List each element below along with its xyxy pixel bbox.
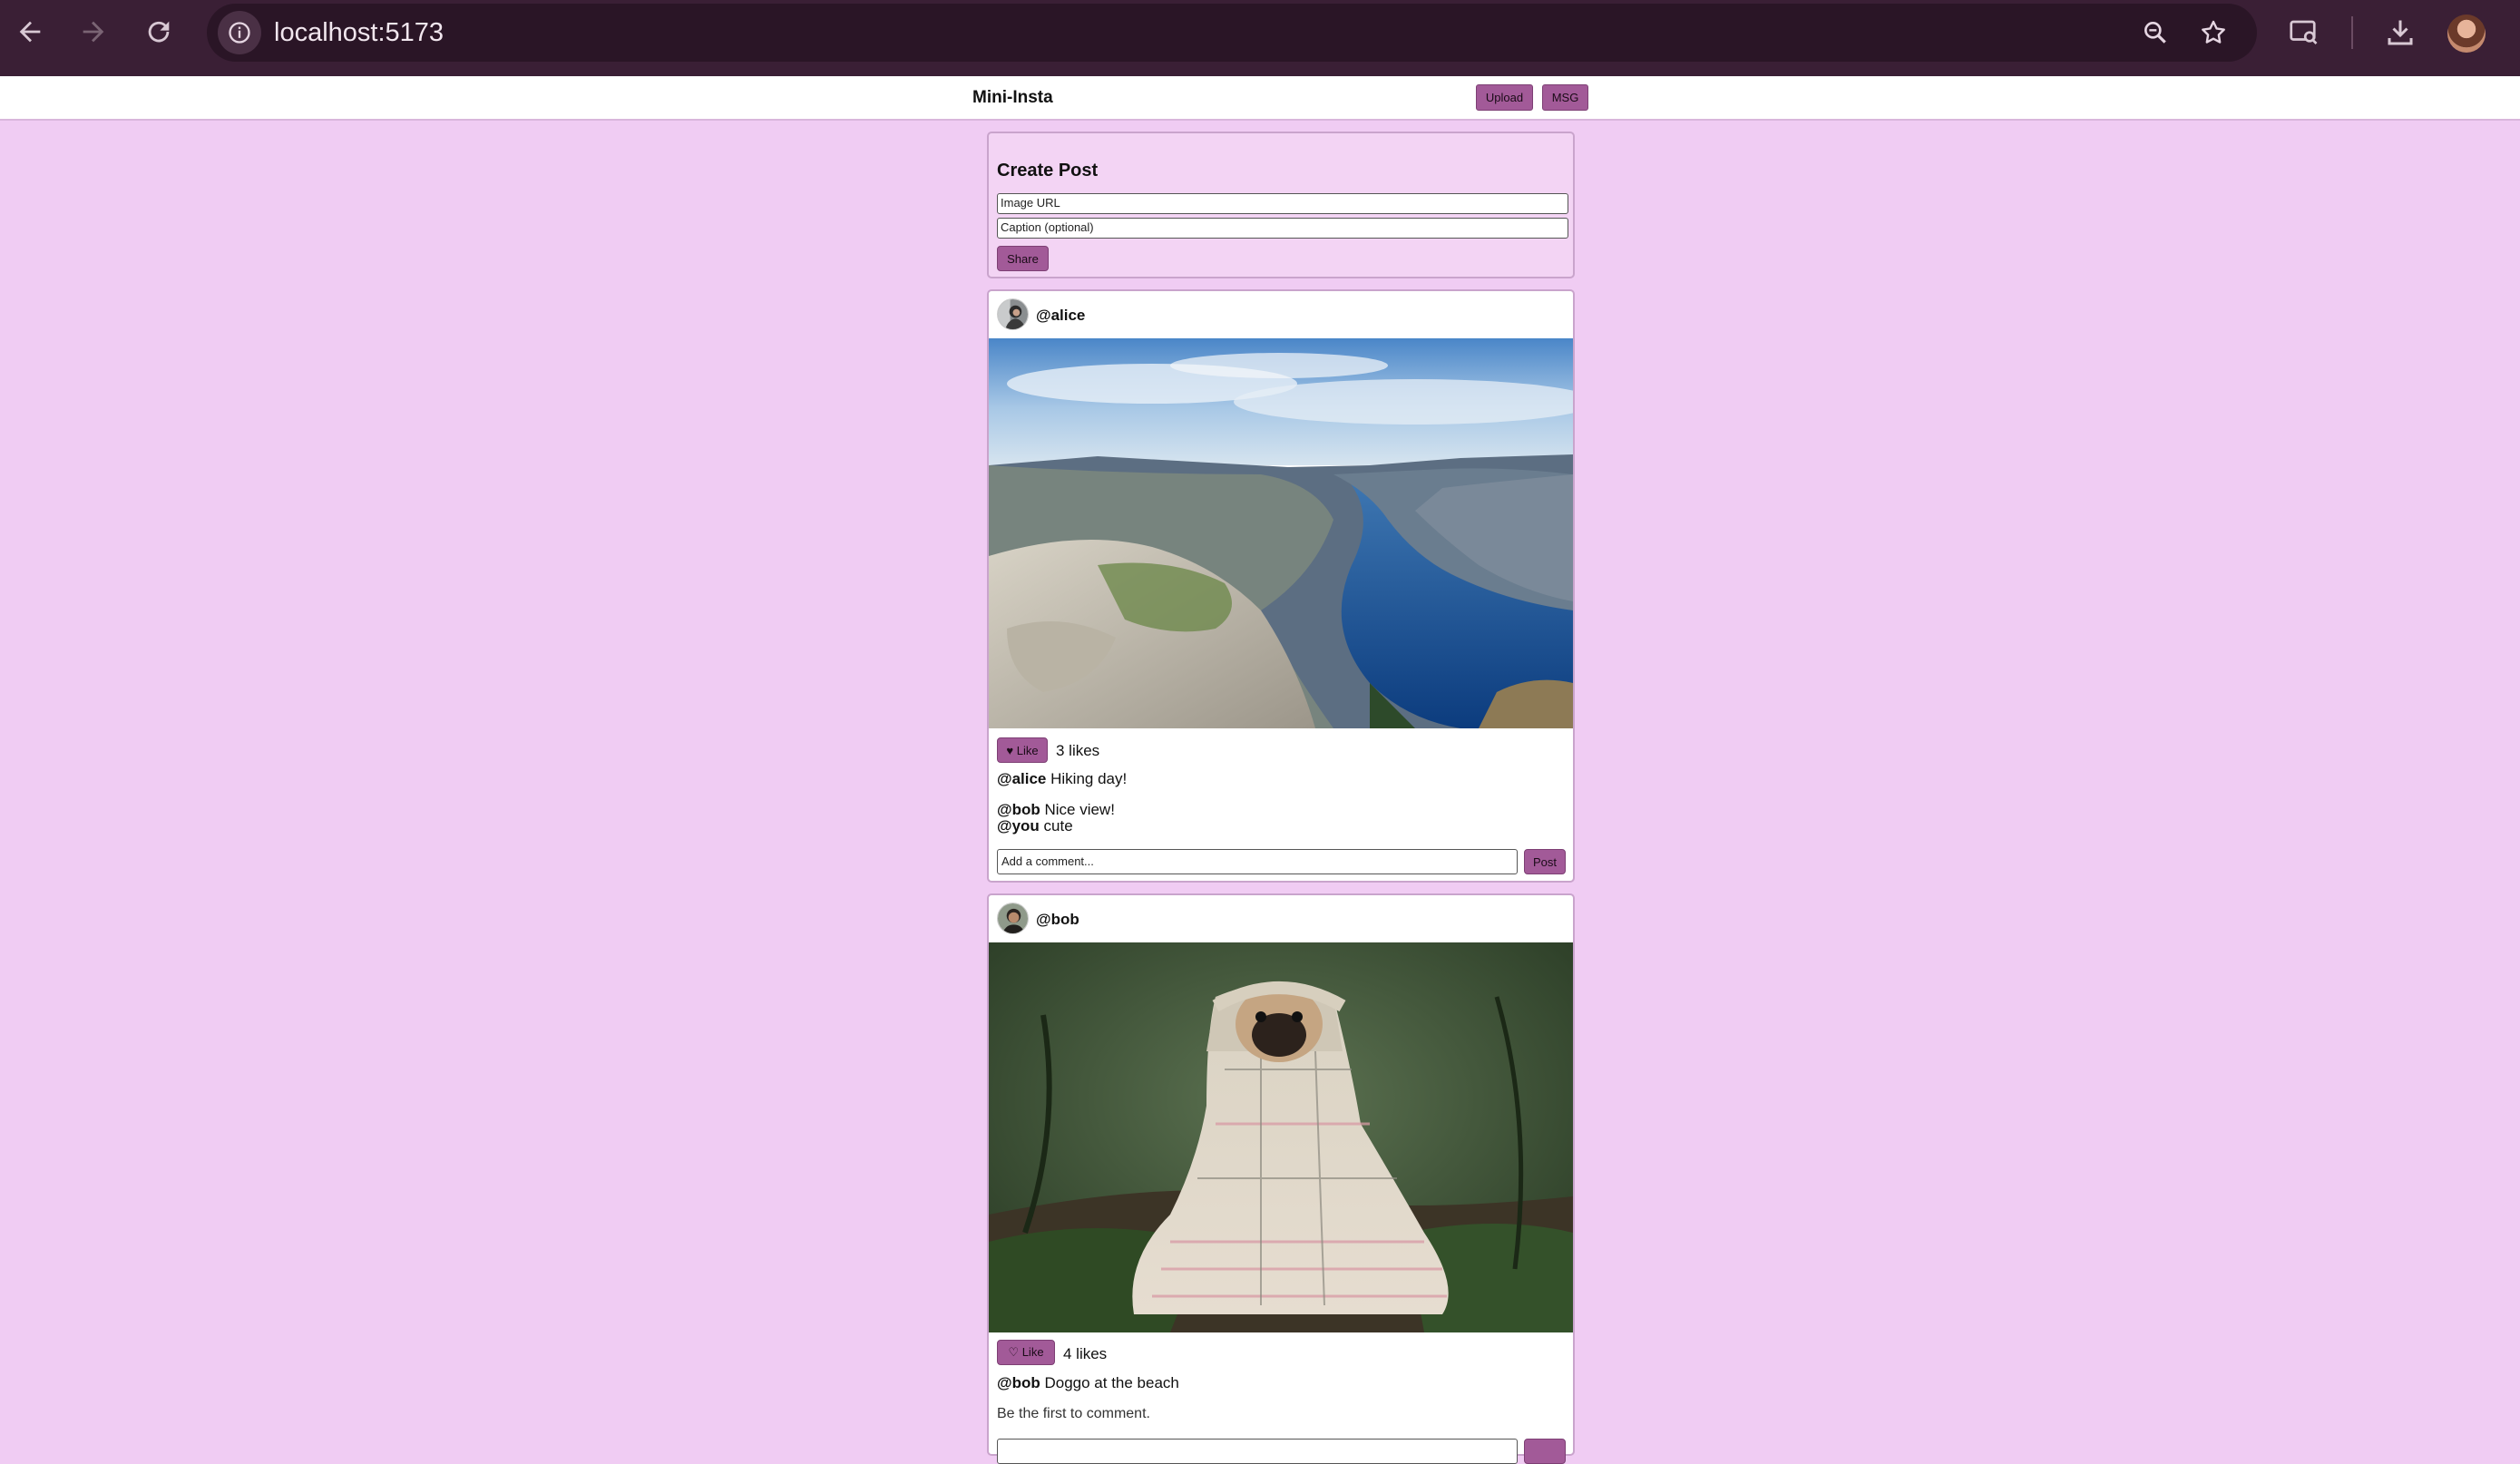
create-post-title: Create Post: [997, 161, 1099, 181]
like-button[interactable]: ♥ Like: [997, 737, 1048, 763]
url-text[interactable]: localhost:5173: [274, 18, 444, 48]
browser-toolbar: localhost:5173: [0, 0, 2520, 76]
upload-button[interactable]: Upload: [1476, 84, 1533, 111]
comment-username[interactable]: @bob: [997, 801, 1040, 818]
comment-input[interactable]: [997, 1439, 1518, 1464]
star-icon[interactable]: [2197, 16, 2230, 49]
caption-input[interactable]: Caption (optional): [997, 218, 1568, 239]
app-header: Mini-Insta Upload MSG: [0, 76, 2520, 121]
post-caption: @bob Doggo at the beach: [997, 1374, 1179, 1392]
msg-button[interactable]: MSG: [1542, 84, 1588, 111]
post-comment-button[interactable]: [1524, 1439, 1566, 1464]
post-image: [989, 942, 1573, 1332]
profile-avatar[interactable]: [2447, 15, 2486, 53]
like-count: 3 likes: [1056, 742, 1100, 759]
share-button[interactable]: Share: [997, 246, 1049, 271]
like-count: 4 likes: [1063, 1345, 1108, 1362]
caption-text: Hiking day!: [1050, 770, 1128, 787]
reload-icon[interactable]: [134, 7, 183, 56]
caption-username[interactable]: @bob: [997, 1374, 1040, 1391]
post-comment-button[interactable]: Post: [1524, 849, 1566, 874]
comment-text: Nice view!: [1044, 801, 1115, 818]
post-header: @bob: [989, 895, 1573, 942]
forward-arrow-icon[interactable]: [69, 7, 118, 56]
comment-text: cute: [1043, 817, 1073, 834]
caption-text: Doggo at the beach: [1044, 1374, 1179, 1391]
post-username[interactable]: @alice: [1036, 307, 1085, 325]
comment-item: @you cute: [997, 817, 1073, 835]
like-button[interactable]: ♡ Like: [997, 1340, 1055, 1365]
comment-username[interactable]: @you: [997, 817, 1040, 834]
post-card: @bob ♡ Like 4 likes @bob Doggo at the be…: [987, 893, 1575, 1464]
back-arrow-icon[interactable]: [5, 7, 54, 56]
toolbar-divider: [2351, 16, 2353, 49]
empty-comments-text: Be the first to comment.: [997, 1406, 1150, 1421]
app-title: Mini-Insta: [972, 88, 1053, 107]
post-image: [989, 338, 1573, 728]
post-caption: @alice Hiking day!: [997, 770, 1127, 788]
address-bar[interactable]: localhost:5173: [207, 4, 2257, 62]
post-card: @alice ♥ Like 3 likes @alice Hiking day!…: [987, 289, 1575, 883]
caption-username[interactable]: @alice: [997, 770, 1046, 787]
post-username[interactable]: @bob: [1036, 911, 1079, 929]
info-icon[interactable]: [218, 11, 261, 54]
download-icon[interactable]: [2382, 15, 2418, 51]
image-url-input[interactable]: Image URL: [997, 193, 1568, 214]
post-header: @alice: [989, 291, 1573, 338]
screen-search-icon[interactable]: [2286, 15, 2322, 51]
avatar[interactable]: [997, 903, 1029, 934]
zoom-icon[interactable]: [2139, 16, 2172, 49]
comment-item: @bob Nice view!: [997, 801, 1115, 819]
avatar[interactable]: [997, 298, 1029, 330]
create-post-card: Create Post Image URL Caption (optional)…: [987, 132, 1575, 278]
comment-input[interactable]: Add a comment...: [997, 849, 1518, 874]
